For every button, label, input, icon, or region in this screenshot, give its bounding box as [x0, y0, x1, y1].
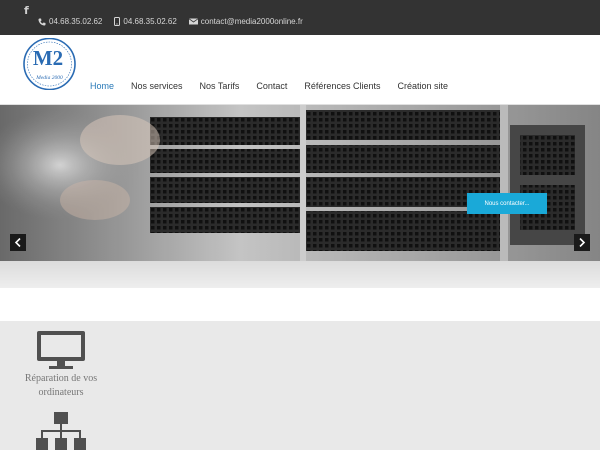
mobile-icon: [114, 17, 121, 26]
mobile-contact[interactable]: 04.68.35.02.62: [114, 17, 177, 26]
contact-info: 04.68.35.02.62 04.68.35.02.62 contact@me…: [38, 17, 303, 26]
site-logo[interactable]: M2 Media 2000: [22, 37, 77, 91]
content-spacer: [0, 288, 600, 321]
email-contact[interactable]: contact@media2000online.fr: [188, 17, 303, 26]
slider-prev-button[interactable]: [10, 234, 26, 251]
service-title-repair: Réparation de vos ordinateurs: [24, 373, 98, 398]
logo-text: Media 2000: [35, 75, 63, 81]
envelope-icon: [188, 18, 198, 25]
contact-cta-button[interactable]: Nous contacter...: [467, 193, 547, 214]
phone-contact[interactable]: 04.68.35.02.62: [38, 17, 102, 26]
email-address: contact@media2000online.fr: [200, 17, 303, 26]
network-icon[interactable]: [36, 410, 86, 450]
chevron-right-icon: [579, 238, 586, 247]
slider-next-button[interactable]: [574, 234, 590, 251]
mobile-number: 04.68.35.02.62: [123, 17, 177, 26]
slider-shadow: [0, 261, 600, 288]
facebook-icon[interactable]: f: [24, 4, 29, 17]
hero-slider: Nous contacter...: [0, 105, 600, 261]
top-bar: f 04.68.35.02.62 04.68.35.02.62 contact@…: [0, 0, 600, 35]
phone-number: 04.68.35.02.62: [49, 17, 103, 26]
phone-icon: [38, 18, 46, 26]
logo-mark: M2: [33, 46, 63, 70]
header-nav: M2 Media 2000 Home Nos services Nos Tari…: [0, 35, 600, 105]
server-rack-image: [0, 105, 600, 261]
monitor-icon[interactable]: [36, 330, 86, 370]
services-section: Réparation de vos ordinateurs: [0, 321, 600, 450]
chevron-left-icon: [14, 238, 21, 247]
